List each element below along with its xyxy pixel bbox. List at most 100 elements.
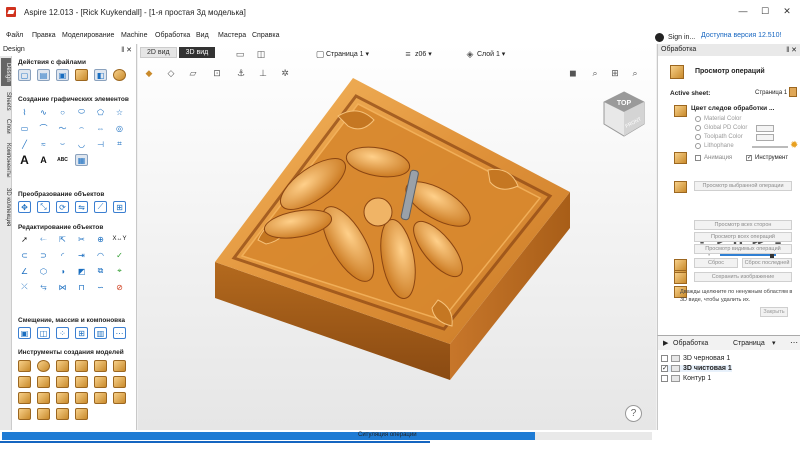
tool-checkbox[interactable]: ✓	[746, 155, 752, 161]
tab-3d-collection[interactable]: 3D коллекция	[1, 184, 11, 230]
menu-view[interactable]: Вид	[196, 32, 209, 39]
offset-icon[interactable]: ▣	[18, 327, 31, 339]
view-front-icon[interactable]: ▱	[188, 68, 198, 78]
wrap-icon[interactable]: ◩	[75, 265, 88, 277]
curve-fit-icon[interactable]: ◠	[94, 249, 107, 261]
toolpath-page-selector[interactable]: Страница	[733, 340, 765, 347]
menu-toolpaths[interactable]: Обработка	[155, 32, 190, 39]
tab-components[interactable]: Компоненты	[1, 138, 11, 182]
break-icon[interactable]: ⤫	[18, 281, 31, 293]
vector-relief-icon[interactable]	[37, 408, 50, 420]
global-color-swatch[interactable]	[756, 125, 774, 132]
grid-icon[interactable]: ⌗	[113, 138, 126, 150]
iso-view-icon[interactable]: ◆	[144, 68, 154, 78]
ruler-icon[interactable]: ⊣	[94, 138, 107, 150]
tool-option[interactable]: ✓ Инструмент	[746, 155, 788, 161]
measure-icon[interactable]: ⌖	[113, 265, 126, 277]
fillet-icon[interactable]: ◜	[56, 249, 69, 261]
rotate-icon[interactable]: ⟳	[56, 201, 69, 213]
nesting-icon[interactable]: ▥	[94, 327, 107, 339]
preview-all-operations-button[interactable]: Просмотр всех операций	[694, 232, 792, 242]
polyline-icon[interactable]: ⌇	[18, 106, 31, 118]
sculpt-icon[interactable]	[18, 376, 31, 388]
close-preview-button[interactable]: Закрыть	[760, 307, 788, 317]
tabs-icon[interactable]: ⊓	[75, 281, 88, 293]
radio-global-pd-color[interactable]	[695, 125, 701, 131]
lighting-icon[interactable]: ✲	[280, 68, 290, 78]
trim-icon[interactable]: ✂	[75, 233, 88, 245]
view-top-icon[interactable]: ◇	[166, 68, 176, 78]
bezier-icon[interactable]: ⌢	[75, 122, 88, 134]
open-file-icon[interactable]: ▤	[37, 69, 50, 81]
text-style-icon[interactable]: A	[37, 154, 50, 166]
shade-cube-icon[interactable]: ◼	[568, 68, 578, 78]
preview-all-sides-button[interactable]: Просмотр всех сторон	[694, 220, 792, 230]
panel-pin-close-icon[interactable]: ‖ ✕	[786, 46, 797, 54]
text-tool-icon[interactable]: A	[18, 153, 31, 167]
texture-icon[interactable]	[113, 360, 126, 372]
extend-icon[interactable]: ⇥	[75, 249, 88, 261]
distort-icon[interactable]: ⟋	[94, 201, 107, 213]
spline-icon[interactable]: 〜	[56, 122, 69, 134]
animation-checkbox[interactable]	[695, 155, 701, 161]
tab-layers[interactable]: Слои	[1, 116, 11, 136]
bake-icon[interactable]	[37, 392, 50, 404]
line-icon[interactable]: ╱	[18, 138, 31, 150]
smooth-icon[interactable]: ∽	[94, 281, 107, 293]
node-edit-icon[interactable]: ⬸	[37, 233, 50, 245]
tab-design[interactable]: Design	[1, 58, 11, 86]
offset-curve-icon[interactable]: ◡	[75, 138, 88, 150]
reset-last-button[interactable]: Сброс последней	[742, 258, 792, 268]
bitmap-trace-icon[interactable]: ▦	[75, 154, 88, 166]
radio-material-color[interactable]	[695, 116, 701, 122]
toolpath-row[interactable]: 3D черновая 1	[661, 355, 730, 362]
block-copy-icon[interactable]: ⊞	[75, 327, 88, 339]
menu-wizards[interactable]: Мастера	[218, 32, 246, 39]
toolpath-color-option[interactable]: Toolpath Color	[695, 134, 743, 140]
fillet-offset-icon[interactable]: ◫	[37, 327, 50, 339]
join-icon[interactable]: ⊂	[18, 249, 31, 261]
group-icon[interactable]: ⧉	[94, 265, 107, 277]
zero-plane-icon[interactable]	[113, 392, 126, 404]
new-file-icon[interactable]: ▢	[18, 69, 31, 81]
zoom-out-icon[interactable]: ⌕	[630, 68, 640, 78]
dimension-icon[interactable]: ⇔	[94, 122, 107, 134]
reset-button[interactable]: Сброс	[694, 258, 738, 268]
minimize-button[interactable]: —	[734, 4, 752, 18]
close-button[interactable]: ✕	[778, 4, 796, 18]
anchor-icon[interactable]: ⚓	[236, 68, 246, 78]
convert-icon[interactable]: ⥃	[37, 281, 50, 293]
menu-machine[interactable]: Machine	[121, 32, 147, 39]
slice-icon[interactable]	[18, 392, 31, 404]
select-icon[interactable]: ➚	[18, 233, 31, 245]
lithophane-option[interactable]: Lithophane	[695, 143, 734, 149]
fade-icon[interactable]	[75, 376, 88, 388]
close-vector-icon[interactable]: ⊃	[37, 249, 50, 261]
page-dropdown-icon[interactable]: ▾	[772, 339, 776, 347]
smooth-model-icon[interactable]	[37, 376, 50, 388]
align-icon[interactable]: ⊞	[113, 201, 126, 213]
global-pd-color-option[interactable]: Global PD Color	[695, 125, 747, 131]
split-icon[interactable]	[75, 392, 88, 404]
two-rail-icon[interactable]	[75, 360, 88, 372]
validate-icon[interactable]: ✓	[113, 249, 126, 261]
update-available-link[interactable]: Доступна версия 12.510!	[701, 32, 781, 39]
curve-icon[interactable]: ∿	[37, 106, 50, 118]
copy-along-icon[interactable]: ⋯	[113, 327, 126, 339]
help-button[interactable]: ?	[625, 405, 642, 422]
page-selector[interactable]: Страница 1 ▾	[326, 50, 369, 58]
radio-lithophane[interactable]	[695, 143, 701, 149]
3d-viewport[interactable]	[138, 44, 656, 430]
preview-visible-operations-button[interactable]: Просмотр видимых операций	[694, 244, 792, 254]
tile-view-icon[interactable]: ◫	[256, 49, 266, 59]
panel-pin-close-icon[interactable]: ‖ ✕	[121, 46, 132, 54]
job-setup-icon[interactable]	[113, 69, 126, 81]
weld-icon[interactable]: ⊕	[94, 233, 107, 245]
split-view-icon[interactable]: ▭	[235, 49, 245, 59]
tab-sheets[interactable]: Sheets	[1, 88, 11, 114]
export-model-icon[interactable]	[75, 408, 88, 420]
distort-model-icon[interactable]	[56, 376, 69, 388]
dog-bone-icon[interactable]: ⋈	[56, 281, 69, 293]
animation-option[interactable]: Анимация	[695, 155, 732, 161]
wave-icon[interactable]: ≈	[37, 138, 50, 150]
